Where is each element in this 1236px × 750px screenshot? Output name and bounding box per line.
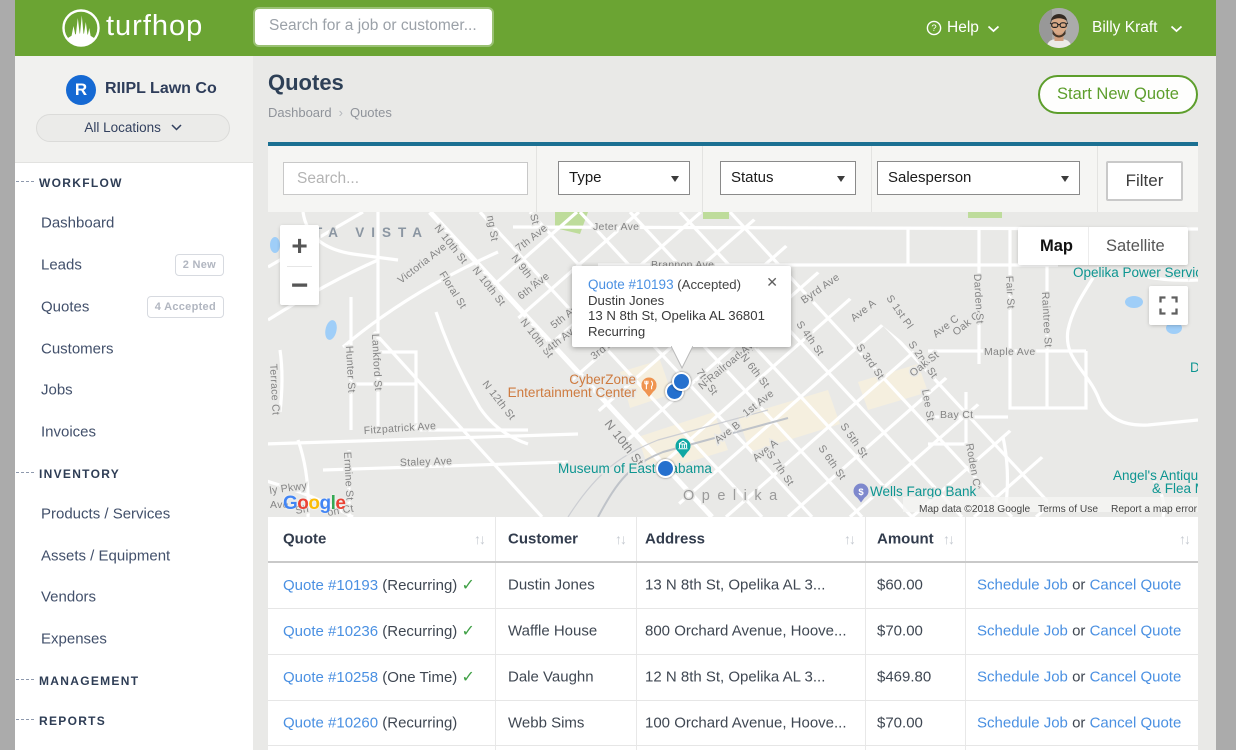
svg-text:?: ? — [931, 23, 936, 34]
svg-text:Staley Ave: Staley Ave — [400, 455, 453, 469]
svg-text:TA VISTA: TA VISTA — [314, 225, 429, 240]
svg-text:$: $ — [858, 487, 864, 498]
svg-text:Terrace Ct: Terrace Ct — [268, 364, 282, 416]
svg-text:Museum of East Alabama: Museum of East Alabama — [558, 461, 712, 476]
svg-text:Opelika: Opelika — [683, 488, 785, 504]
svg-text:Bay Ct: Bay Ct — [940, 409, 973, 421]
svg-text:Hunter St: Hunter St — [343, 346, 357, 394]
svg-text:Maple Ave: Maple Ave — [984, 346, 1036, 358]
svg-text:& Flea M: & Flea M — [1152, 481, 1198, 496]
svg-text:Entertainment Center: Entertainment Center — [508, 385, 637, 400]
svg-text:Fair St: Fair St — [1003, 276, 1017, 310]
svg-text:Dr: Dr — [1190, 360, 1198, 375]
svg-text:Jeter Ave: Jeter Ave — [593, 221, 639, 233]
svg-text:Opelika Power Service: Opelika Power Service — [1073, 265, 1198, 280]
